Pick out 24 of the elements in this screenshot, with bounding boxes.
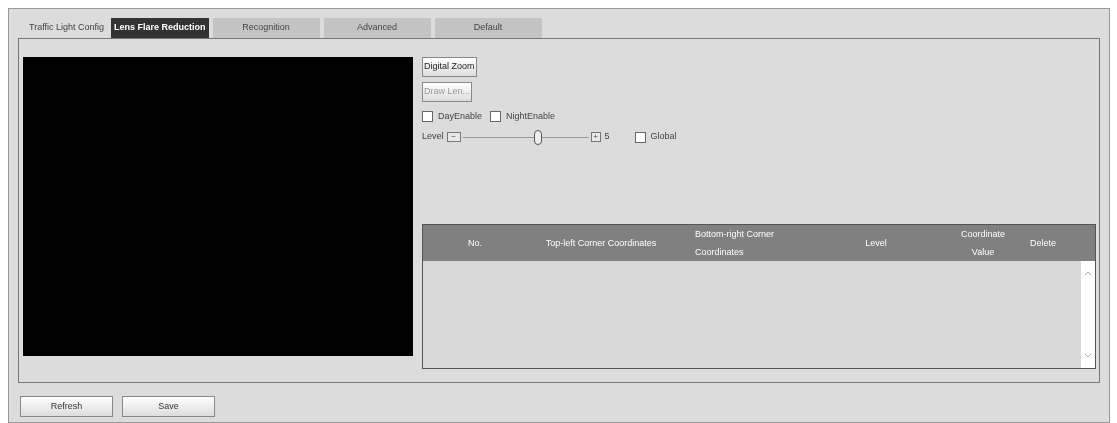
column-header: Coordinate Value — [960, 227, 1006, 259]
checkbox-label: DayEnable — [438, 110, 483, 123]
action-button[interactable]: Save — [122, 396, 215, 417]
tab[interactable]: Default — [434, 18, 542, 38]
tool-button[interactable]: Digital Zoom — [422, 57, 477, 77]
increase-button[interactable]: + — [590, 132, 601, 142]
tab[interactable]: Recognition — [212, 18, 320, 38]
checkbox[interactable] — [422, 111, 433, 123]
checkbox[interactable] — [490, 111, 502, 123]
action-button[interactable]: Refresh — [20, 396, 113, 417]
tab[interactable]: Advanced — [323, 18, 431, 38]
column-header: Top-left Corner Coordinates — [544, 236, 658, 250]
checkbox[interactable] — [634, 131, 646, 143]
level-label: Level — [422, 130, 444, 144]
tab[interactable]: Lens Flare Reduction — [111, 18, 209, 38]
column-header: Bottom-right Corner Coordinates — [694, 227, 776, 259]
decrease-button[interactable]: − — [446, 132, 461, 142]
checkbox-label: NightEnable — [506, 110, 556, 123]
column-header: No. — [467, 236, 483, 250]
column-header: Level — [864, 236, 888, 250]
column-header: Delete — [1029, 236, 1057, 250]
checkbox-label: Global — [650, 130, 677, 144]
level-value: 5 — [604, 130, 610, 144]
slider-thumb[interactable] — [534, 129, 543, 145]
